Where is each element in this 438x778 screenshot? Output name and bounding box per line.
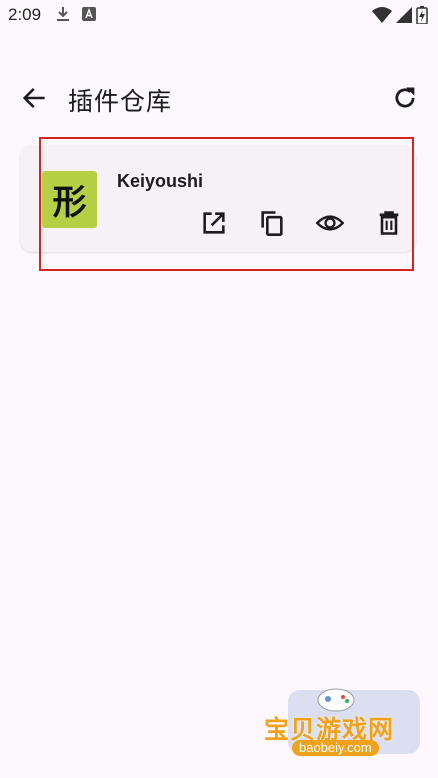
gamepad-mascot-icon bbox=[317, 688, 355, 712]
status-time: 2:09 bbox=[8, 5, 42, 24]
app-bar: 插件仓库 bbox=[0, 70, 438, 126]
a-badge-icon bbox=[82, 7, 96, 21]
status-left-icons bbox=[56, 6, 96, 22]
wifi-icon bbox=[372, 7, 392, 23]
refresh-icon[interactable] bbox=[391, 84, 419, 112]
status-right-icons bbox=[372, 6, 428, 24]
highlight-box bbox=[39, 137, 414, 271]
status-bar: 2:09 bbox=[0, 0, 438, 30]
battery-charging-icon bbox=[416, 6, 428, 24]
watermark-url: baobeiy.com bbox=[292, 740, 379, 756]
watermark: 宝贝游戏网 baobeiy.com bbox=[258, 684, 423, 774]
arrow-back-icon[interactable] bbox=[20, 84, 48, 112]
signal-icon bbox=[396, 7, 412, 23]
page-title: 插件仓库 bbox=[68, 87, 173, 116]
download-icon bbox=[57, 7, 69, 21]
